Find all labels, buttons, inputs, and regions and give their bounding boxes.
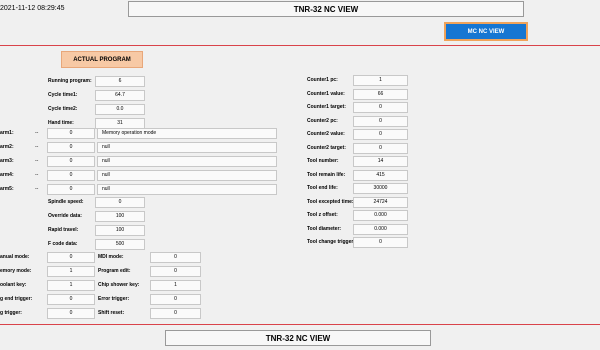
counter-value: 0: [353, 142, 408, 154]
alarm-code: 0: [47, 128, 95, 139]
mode-label: g trigger:: [0, 310, 22, 316]
counter-value: 0: [353, 237, 408, 248]
mode-label: g end trigger:: [0, 296, 33, 302]
alarm-label: arm5:: [0, 186, 14, 192]
page-title: TNR-32 NC VIEW: [128, 1, 524, 17]
counter-value: 0.000: [353, 223, 408, 235]
program-label: Cycle time1:: [48, 92, 78, 98]
alarm-code: 0: [47, 170, 95, 181]
alarm-message: null: [97, 184, 277, 195]
alarm-label: arm3:: [0, 158, 14, 164]
spindle-value: 100: [95, 225, 145, 236]
spindle-label: F code data:: [48, 241, 78, 247]
counter-label: Tool excepted time:: [307, 198, 354, 205]
footer-divider: [0, 324, 600, 325]
mode-value: 0: [47, 294, 95, 305]
counter-value: 0: [353, 102, 408, 113]
alarm-label: arm4:: [0, 172, 14, 178]
counter-label: Counter1 value:: [307, 90, 345, 97]
spindle-value: 100: [95, 211, 145, 222]
counter-value: 0: [353, 129, 408, 140]
alarm-code: 0: [47, 142, 95, 153]
mode-label: Shift reset:: [98, 310, 125, 316]
mode-value: 0: [150, 266, 201, 277]
footer-title: TNR-32 NC VIEW: [165, 330, 431, 346]
spindle-label: Spindle speed:: [48, 199, 84, 205]
counter-label: Counter2 value:: [307, 131, 345, 137]
alarm-code: 0: [47, 156, 95, 167]
mode-label: MDI mode:: [98, 254, 124, 260]
counter-label: Counter2 pc:: [307, 117, 338, 124]
mode-value: 0: [47, 308, 95, 319]
alarm-code: 0: [47, 184, 95, 195]
mode-value: 1: [47, 266, 95, 277]
mode-value: 0: [47, 252, 95, 263]
counter-label: Tool number:: [307, 158, 339, 164]
counter-value: 0: [353, 115, 408, 127]
mode-label: anual mode:: [0, 254, 30, 260]
counter-value: 14: [353, 156, 408, 167]
counter-label: Counter1 pc:: [307, 77, 338, 83]
spindle-label: Override data:: [48, 213, 82, 219]
counter-label: Tool change trigger:: [307, 239, 355, 245]
alarm-dash: --: [35, 186, 39, 192]
counter-label: Counter2 target:: [307, 144, 346, 151]
alarm-message: null: [97, 142, 277, 153]
spindle-value: 0: [95, 197, 145, 208]
counter-label: Counter1 target:: [307, 104, 346, 110]
alarm-message: Memory operation mode: [97, 128, 277, 139]
counter-label: Tool remain life:: [307, 171, 346, 178]
counter-value: 0.000: [353, 210, 408, 221]
counter-label: Tool diameter:: [307, 225, 342, 232]
mode-label: oolant key:: [0, 282, 27, 288]
actual-program-badge: ACTUAL PROGRAM: [61, 51, 143, 68]
mode-value: 0: [150, 294, 201, 305]
alarm-label: arm2:: [0, 144, 14, 150]
mode-value: 0: [150, 252, 201, 263]
alarm-dash: --: [35, 158, 39, 164]
alarm-label: arm1:: [0, 130, 14, 136]
alarm-dash: --: [35, 144, 39, 150]
mode-value: 1: [150, 280, 201, 291]
counter-value: 24724: [353, 196, 408, 208]
mode-label: emory mode:: [0, 268, 32, 274]
alarm-dash: --: [35, 172, 39, 178]
program-label: Cycle time2:: [48, 106, 78, 112]
program-value: 64.7: [95, 90, 145, 101]
spindle-value: 500: [95, 239, 145, 250]
alarm-dash: --: [35, 130, 39, 136]
header-divider: [0, 45, 600, 46]
mode-value: 0: [150, 308, 201, 319]
mc-nc-view-button[interactable]: MC NC VIEW: [444, 22, 528, 41]
mode-label: Error trigger:: [98, 296, 130, 302]
counter-value: 30000: [353, 183, 408, 194]
alarm-message: null: [97, 156, 277, 167]
mode-label: Chip shower key:: [98, 282, 140, 288]
counter-label: Tool end life:: [307, 185, 338, 191]
mode-label: Program edit:: [98, 268, 131, 274]
program-value: 6: [95, 76, 145, 87]
spindle-label: Rapid travel:: [48, 227, 79, 233]
counter-value: 415: [353, 169, 408, 181]
counter-value: 66: [353, 88, 408, 100]
alarm-message: null: [97, 170, 277, 181]
datetime-display: 2021-11-12 08:29:45: [0, 5, 65, 12]
counter-label: Tool z offset:: [307, 212, 338, 218]
program-label: Running program:: [48, 78, 92, 84]
mode-value: 1: [47, 280, 95, 291]
program-value: 0.0: [95, 104, 145, 115]
counter-value: 1: [353, 75, 408, 86]
